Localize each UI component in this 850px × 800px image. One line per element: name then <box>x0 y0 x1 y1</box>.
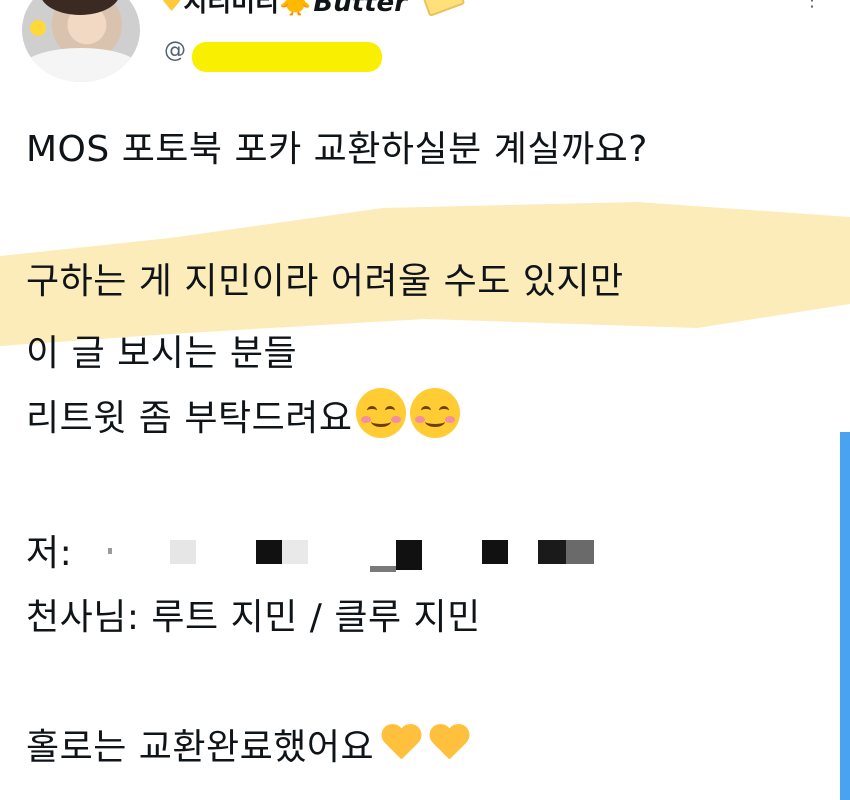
redacted-block <box>282 540 308 564</box>
more-options-icon[interactable]: ⋮ <box>803 0 821 10</box>
avatar[interactable] <box>22 0 140 82</box>
baby-chick-icon: 🐥 <box>279 0 312 18</box>
redacted-block <box>170 540 196 564</box>
avatar-hair <box>40 0 120 15</box>
tweet-line-6: 천사님: 루트 지민 / 클루 지민 <box>26 597 481 638</box>
display-name[interactable]: ♥지리미리🐥Butter <box>160 0 466 18</box>
smiling-face-with-smiling-eyes-icon <box>410 388 461 438</box>
tweet-line-4-text: 리트윗 좀 부탁드려요 <box>26 398 353 439</box>
butter-icon <box>422 0 466 17</box>
tweet-line-5: 저: <box>26 533 73 574</box>
redacted-block <box>482 540 508 564</box>
handle-prefix: @ <box>164 38 186 63</box>
smiling-face-with-smiling-eyes-icon <box>356 388 407 438</box>
redacted-block <box>396 540 422 570</box>
tweet-line-7-text: 홀로는 교환완료했어요 <box>26 727 375 768</box>
display-name-suffix: Butter <box>313 0 408 18</box>
redacted-block <box>256 540 282 564</box>
yellow-heart-icon <box>428 725 470 763</box>
duck-toy-icon <box>30 20 46 36</box>
redacted-block <box>370 566 396 572</box>
user-handle[interactable]: @ <box>164 38 186 63</box>
tweet-line-3: 이 글 보시는 분들 <box>26 333 298 374</box>
tweet-line-7: 홀로는 교환완료했어요 <box>26 718 470 770</box>
handle-redaction <box>192 42 382 72</box>
tweet-line-4: 리트윗 좀 부탁드려요 <box>26 388 461 441</box>
avatar-shirt <box>22 48 140 82</box>
tweet-line-2: 구하는 게 지민이라 어려울 수도 있지만 <box>26 261 624 302</box>
redacted-block <box>566 540 594 564</box>
scrollbar[interactable] <box>840 432 850 800</box>
tweet-line-1: MOS 포토북 포카 교환하실분 계실까요? <box>26 129 648 170</box>
yellow-heart-icon: ♥ <box>160 0 184 18</box>
display-name-text: 지리미리 <box>183 0 279 18</box>
redacted-block <box>108 548 112 554</box>
redacted-block <box>538 540 566 564</box>
yellow-heart-icon <box>380 725 422 763</box>
